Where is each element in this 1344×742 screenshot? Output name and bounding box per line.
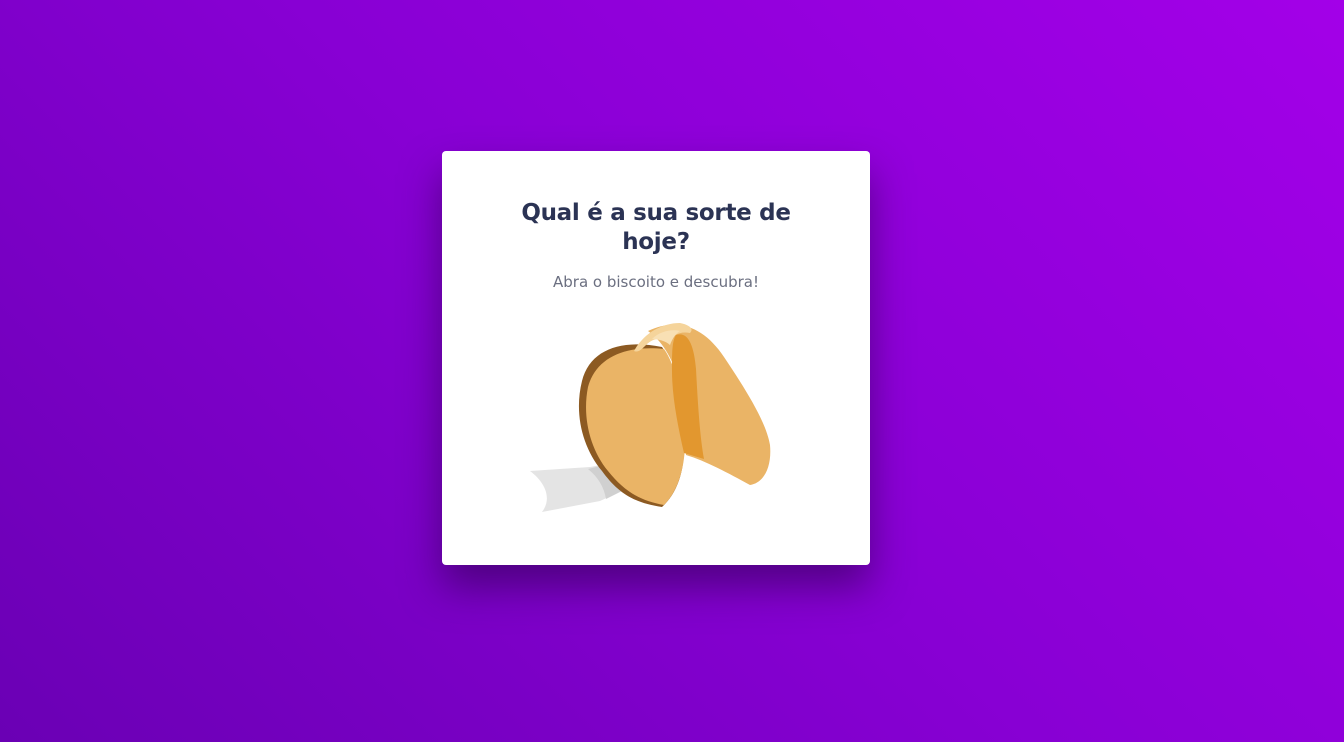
- fortune-cookie-button[interactable]: [530, 317, 784, 515]
- fortune-cookie-icon: [530, 323, 771, 512]
- page-title: Qual é a sua sorte de hoje?: [521, 200, 791, 255]
- fortune-card: Qual é a sua sorte de hoje? Abra o bisco…: [442, 151, 870, 565]
- subtitle: Abra o biscoito e descubra!: [553, 273, 759, 291]
